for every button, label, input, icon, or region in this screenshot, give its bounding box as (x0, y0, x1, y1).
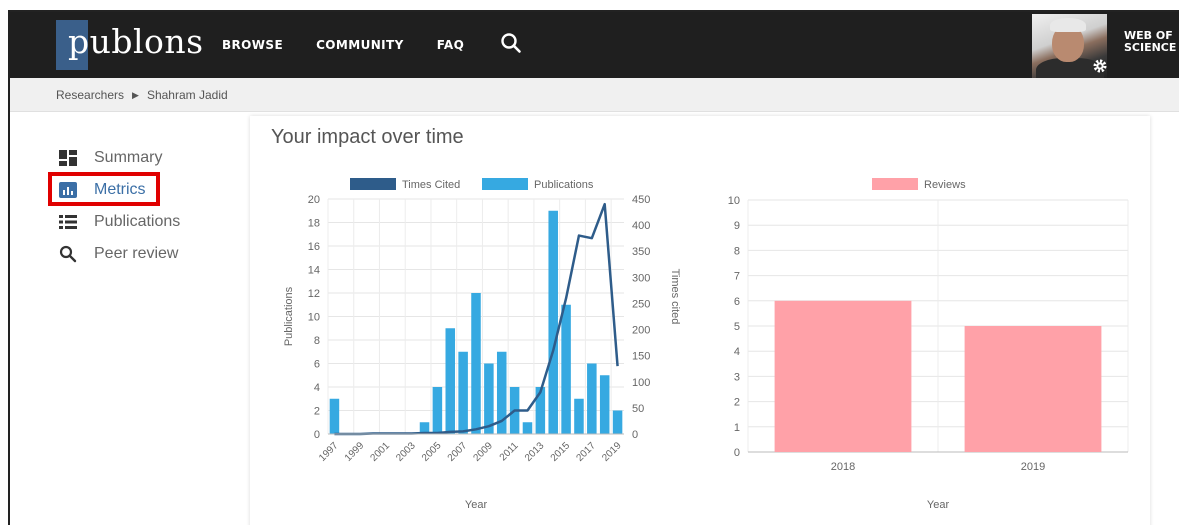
impact-card: Your impact over time 0 2 4 6 8 10 12 14 16 18 20 0… (250, 116, 1150, 525)
y-tick-label: 6 (734, 296, 740, 308)
bar-reviews-2019 (964, 326, 1102, 452)
logo-text: publons (68, 22, 204, 61)
caret-right-icon: ▶ (132, 89, 139, 100)
top-navbar: publons BROWSE COMMUNITY FAQ WEB OF SCIE… (10, 12, 1179, 78)
nav-browse[interactable]: BROWSE (222, 38, 283, 52)
sidebar-item-publications[interactable]: Publications (58, 206, 180, 238)
sidebar-item-peer-review[interactable]: Peer review (58, 238, 180, 270)
list-icon (58, 212, 78, 232)
breadcrumb-current: Shahram Jadid (146, 88, 228, 102)
nav-community[interactable]: COMMUNITY (316, 38, 404, 52)
y-tick-label: 7 (734, 271, 740, 283)
y-tick-label: 4 (734, 346, 740, 358)
nav-faq[interactable]: FAQ (437, 38, 465, 52)
y-tick-label: 0 (734, 447, 740, 459)
legend-swatch-reviews (872, 178, 918, 190)
dashboard-icon (58, 148, 78, 168)
search-icon (58, 244, 78, 264)
bar-reviews-2018 (774, 300, 912, 452)
x-tick-label: 2018 (831, 461, 855, 473)
breadcrumb-researchers[interactable]: Researchers (56, 88, 124, 102)
gear-icon[interactable] (1092, 58, 1108, 74)
y-tick-label: 2 (734, 397, 740, 409)
y-tick-label: 3 (734, 371, 740, 383)
y-tick-label: 5 (734, 321, 740, 333)
breadcrumb: Researchers ▶ Shahram Jadid (10, 78, 1179, 112)
y-tick-label: 1 (734, 422, 740, 434)
main-nav: BROWSE COMMUNITY FAQ (222, 38, 464, 52)
y-tick-label: 9 (734, 220, 740, 232)
search-icon[interactable] (500, 32, 522, 54)
y-tick-label: 8 (734, 245, 740, 257)
browser-frame: publons BROWSE COMMUNITY FAQ WEB OF SCIE… (8, 10, 1179, 525)
reviews-chart: 0 1 2 3 4 5 6 7 8 9 10 2018 2019 Year Reviews (728, 178, 1129, 511)
y-tick-label: 10 (728, 195, 740, 207)
sidebar: Summary Metrics Publications Peer review (48, 142, 180, 270)
sidebar-item-summary[interactable]: Summary (58, 142, 180, 174)
x-tick-label: 2019 (1021, 461, 1045, 473)
publons-logo[interactable]: publons (56, 20, 204, 70)
metrics-highlight-box (48, 172, 160, 206)
x-axis-label: Year (927, 499, 950, 511)
web-of-science-link[interactable]: WEB OF SCIENCE (1124, 30, 1176, 54)
legend-label-reviews: Reviews (924, 179, 966, 191)
